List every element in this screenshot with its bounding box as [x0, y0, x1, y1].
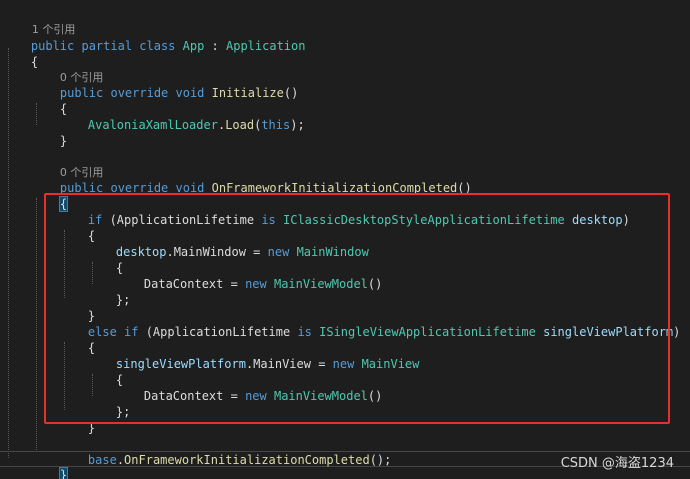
- loader-call: AvaloniaXamlLoader.Load(this);: [87, 118, 305, 132]
- indent-guide: [8, 48, 9, 458]
- code-editor[interactable]: 1 个引用 public partial class App : Applica…: [0, 0, 690, 479]
- brace-match-highlight: }: [58, 467, 69, 479]
- code-line[interactable]: 0 个引用: [31, 148, 104, 179]
- code-line[interactable]: }: [2, 467, 38, 479]
- code-line[interactable]: {: [2, 38, 38, 69]
- code-line[interactable]: public override void Initialize(): [31, 69, 298, 100]
- annotation-red-box: [44, 193, 670, 424]
- watermark: CSDN @海盗1234: [560, 456, 674, 471]
- code-line[interactable]: }: [31, 451, 69, 479]
- brace: }: [59, 134, 68, 148]
- code-line[interactable]: public override void OnFrameworkInitiali…: [31, 164, 472, 195]
- class-declaration: public partial class App : Application: [30, 39, 306, 53]
- base-call: base.OnFrameworkInitializationCompleted(…: [87, 453, 392, 467]
- code-line[interactable]: 1 个引用: [3, 5, 76, 36]
- indent-guide: [36, 198, 37, 452]
- code-line[interactable]: }: [31, 117, 67, 148]
- code-line[interactable]: 0 个引用: [31, 53, 104, 84]
- code-line[interactable]: public partial class App : Application: [2, 22, 306, 53]
- code-line[interactable]: base.OnFrameworkInitializationCompleted(…: [59, 436, 391, 467]
- code-line[interactable]: {: [31, 85, 67, 116]
- code-line[interactable]: AvaloniaXamlLoader.Load(this);: [59, 101, 305, 132]
- method-signature: public override void Initialize(): [59, 86, 299, 100]
